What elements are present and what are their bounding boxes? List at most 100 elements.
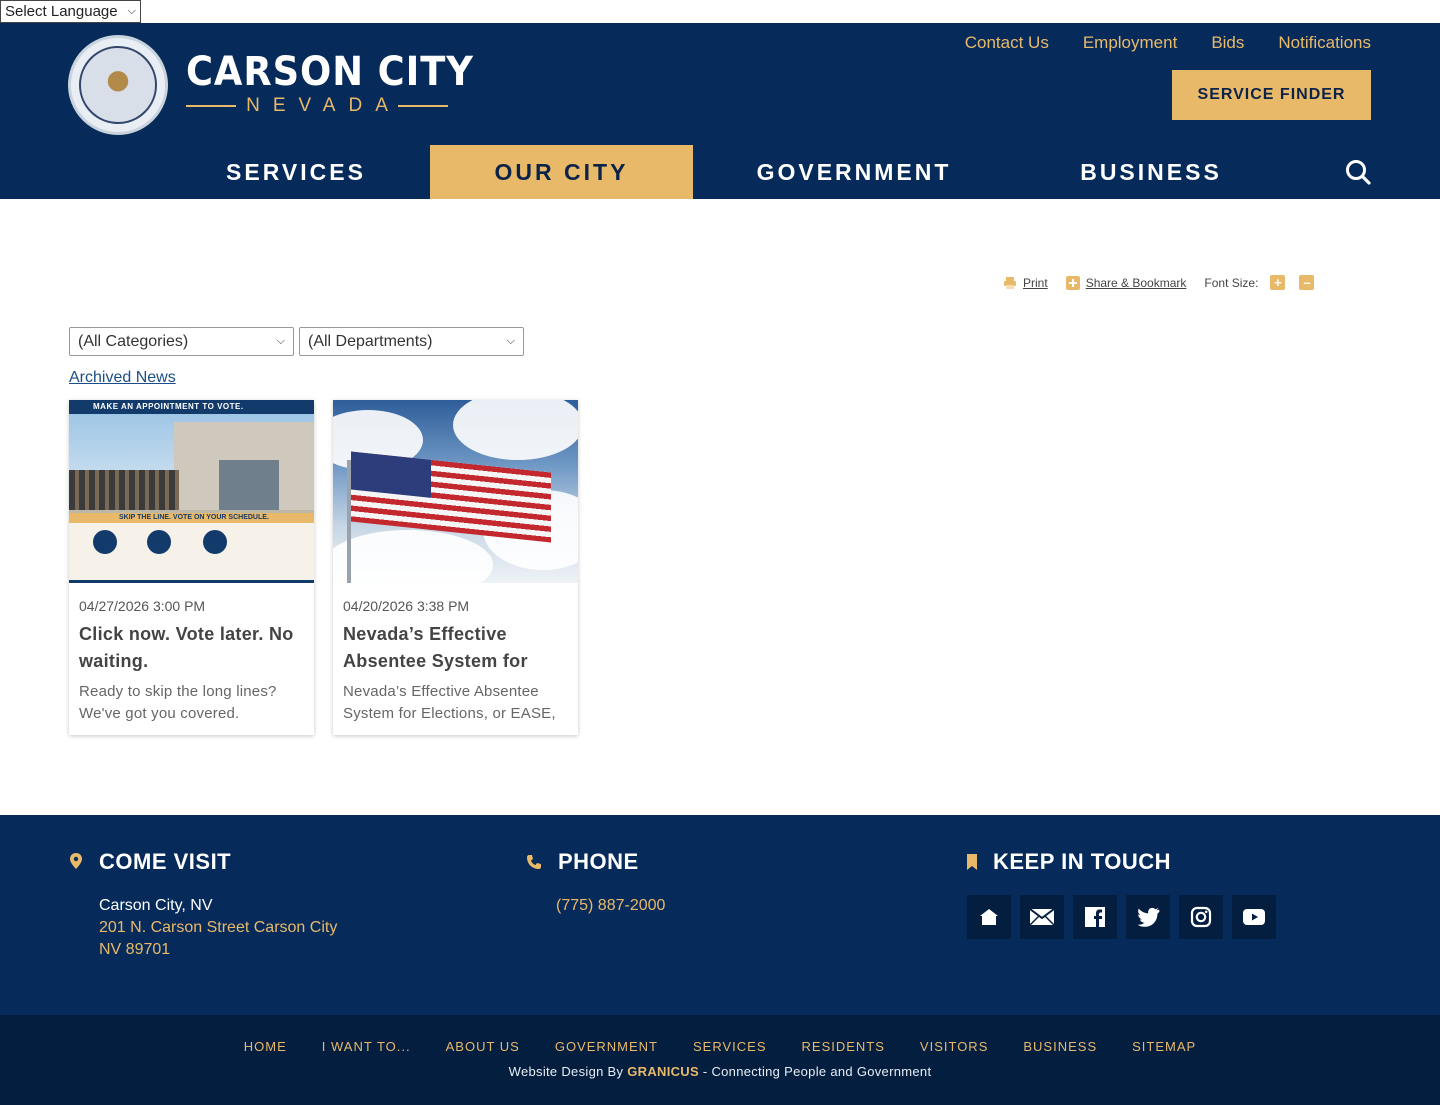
footer-link-services[interactable]: SERVICES bbox=[693, 1039, 767, 1054]
nav-services[interactable]: SERVICES bbox=[165, 145, 427, 199]
brand-state-row: NEVADA bbox=[186, 95, 449, 117]
footer-city: Carson City, NV bbox=[99, 897, 213, 914]
archived-news-link[interactable]: Archived News bbox=[69, 369, 176, 387]
service-finder-button[interactable]: SERVICE FINDER bbox=[1172, 70, 1371, 120]
footer-phone-heading-row: PHONE bbox=[526, 849, 665, 875]
credit-suffix: - Connecting People and Government bbox=[702, 1064, 932, 1079]
util-link-contact-us[interactable]: Contact Us bbox=[965, 33, 1049, 53]
brand-rule-right bbox=[397, 105, 449, 107]
footer-link-residents[interactable]: RESIDENTS bbox=[802, 1039, 885, 1054]
american-flag bbox=[351, 451, 551, 543]
cloud bbox=[453, 400, 578, 460]
search-icon[interactable] bbox=[1344, 158, 1372, 186]
social-links bbox=[967, 895, 1276, 939]
nav-business[interactable]: BUSINESS bbox=[1020, 145, 1282, 199]
news-card-summary: Nevada’s Effective Absentee System for E… bbox=[343, 683, 556, 722]
mail-icon[interactable] bbox=[1020, 895, 1064, 939]
news-card-image[interactable] bbox=[333, 400, 578, 583]
news-card-date: 04/20/2026 3:38 PM bbox=[343, 598, 470, 614]
language-select[interactable]: Select Language ⌵ bbox=[0, 0, 141, 23]
news-card[interactable]: 04/20/2026 3:38 PM Nevada’s Effective Ab… bbox=[333, 400, 578, 735]
font-size-label: Font Size: bbox=[1204, 275, 1259, 290]
print-link[interactable]: Print bbox=[1023, 276, 1048, 290]
bookmark-icon bbox=[967, 854, 977, 870]
chevron-down-icon: ⌵ bbox=[127, 5, 136, 17]
facebook-icon[interactable] bbox=[1073, 895, 1117, 939]
chevron-down-icon: ⌵ bbox=[276, 335, 285, 347]
home-icon[interactable] bbox=[967, 895, 1011, 939]
footer-links: HOME I WANT TO... ABOUT US GOVERNMENT SE… bbox=[0, 1039, 1440, 1054]
department-select[interactable]: (All Departments) ⌵ bbox=[299, 327, 524, 356]
instagram-icon[interactable] bbox=[1179, 895, 1223, 939]
chevron-down-icon: ⌵ bbox=[506, 335, 515, 347]
site-header: CARSON CITY NEVADA Contact Us Employment… bbox=[0, 23, 1440, 199]
util-link-notifications[interactable]: Notifications bbox=[1278, 33, 1371, 53]
util-link-employment[interactable]: Employment bbox=[1083, 33, 1177, 53]
footer-phone: PHONE (775) 887-2000 bbox=[526, 849, 665, 917]
brand-state: NEVADA bbox=[246, 95, 401, 116]
footer-visit: COME VISIT Carson City, NV 201 N. Carson… bbox=[69, 849, 337, 961]
map-pin-icon bbox=[70, 853, 82, 869]
print-tool[interactable]: Print bbox=[1003, 276, 1048, 290]
poster-door bbox=[219, 460, 279, 510]
footer-touch: KEEP IN TOUCH bbox=[967, 849, 1171, 875]
footer-address: Carson City, NV 201 N. Carson Street Car… bbox=[99, 895, 337, 961]
category-select[interactable]: (All Categories) ⌵ bbox=[69, 327, 294, 356]
footer-link-sitemap[interactable]: SITEMAP bbox=[1132, 1039, 1196, 1054]
footer-visit-heading: COME VISIT bbox=[99, 849, 232, 874]
footer-visit-heading-row: COME VISIT bbox=[69, 849, 337, 875]
news-card-title[interactable]: Click now. Vote later. No waiting. bbox=[79, 621, 304, 675]
footer-phone-lines: (775) 887-2000 bbox=[556, 895, 665, 917]
language-select-label: Select Language bbox=[5, 3, 118, 20]
utility-nav: Contact Us Employment Bids Notifications bbox=[965, 33, 1371, 53]
nav-our-city[interactable]: OUR CITY bbox=[430, 145, 693, 199]
footer-link-about-us[interactable]: ABOUT US bbox=[446, 1039, 520, 1054]
footer-link-visitors[interactable]: VISITORS bbox=[920, 1039, 988, 1054]
cloud bbox=[333, 530, 493, 583]
brand-rule-left bbox=[186, 105, 237, 107]
calendar-icon bbox=[93, 530, 117, 554]
footer-phone-heading: PHONE bbox=[558, 849, 639, 874]
footer-zip[interactable]: NV 89701 bbox=[99, 939, 337, 961]
footer-phone-number[interactable]: (775) 887-2000 bbox=[556, 895, 665, 917]
footer-touch-heading: KEEP IN TOUCH bbox=[993, 849, 1172, 874]
font-increase-icon[interactable]: + bbox=[1270, 275, 1286, 290]
page-tools: Print Share & Bookmark Font Size: + – bbox=[1003, 275, 1315, 290]
flag-canton bbox=[351, 451, 431, 498]
share-bookmark-link[interactable]: Share & Bookmark bbox=[1086, 276, 1187, 290]
site-footer: COME VISIT Carson City, NV 201 N. Carson… bbox=[0, 815, 1440, 1015]
share-tool[interactable]: Share & Bookmark bbox=[1065, 275, 1187, 290]
language-bar: Select Language ⌵ bbox=[0, 0, 1440, 23]
main-nav: SERVICES OUR CITY GOVERNMENT BUSINESS bbox=[0, 145, 1440, 199]
footer-touch-heading-row: KEEP IN TOUCH bbox=[967, 849, 1171, 875]
font-decrease-icon[interactable]: – bbox=[1299, 275, 1315, 290]
printer-icon bbox=[1004, 276, 1016, 289]
footer-link-home[interactable]: HOME bbox=[244, 1039, 287, 1054]
util-link-bids[interactable]: Bids bbox=[1211, 33, 1244, 53]
poster-top-text: MAKE AN APPOINTMENT TO VOTE. bbox=[93, 402, 244, 411]
footer-street[interactable]: 201 N. Carson Street Carson City bbox=[99, 917, 337, 939]
poster-top-banner: MAKE AN APPOINTMENT TO VOTE. bbox=[69, 400, 314, 414]
footer-link-i-want-to[interactable]: I WANT TO... bbox=[322, 1039, 411, 1054]
clock-icon bbox=[147, 530, 171, 554]
news-card-date: 04/27/2026 3:00 PM bbox=[79, 598, 206, 614]
footer-link-business[interactable]: BUSINESS bbox=[1023, 1039, 1097, 1054]
department-select-value: (All Departments) bbox=[308, 332, 433, 350]
news-card[interactable]: MAKE AN APPOINTMENT TO VOTE. SKIP THE LI… bbox=[69, 400, 314, 735]
design-credit: Website Design By GRANICUS - Connecting … bbox=[0, 1064, 1440, 1079]
poster-band: SKIP THE LINE. VOTE ON YOUR SCHEDULE. bbox=[69, 513, 314, 523]
news-card-summary: Ready to skip the long lines? We've got … bbox=[79, 683, 277, 722]
granicus-link[interactable]: GRANICUS bbox=[627, 1064, 699, 1079]
news-card-image[interactable]: MAKE AN APPOINTMENT TO VOTE. SKIP THE LI… bbox=[69, 400, 314, 583]
nav-government[interactable]: GOVERNMENT bbox=[723, 145, 985, 199]
brand-name[interactable]: CARSON CITY bbox=[186, 49, 474, 95]
footer-link-government[interactable]: GOVERNMENT bbox=[555, 1039, 658, 1054]
city-seal-logo[interactable] bbox=[68, 35, 168, 135]
credit-prefix: Website Design By bbox=[508, 1064, 624, 1079]
youtube-icon[interactable] bbox=[1232, 895, 1276, 939]
news-card-title[interactable]: Nevada’s Effective Absentee System for bbox=[343, 621, 568, 675]
category-select-value: (All Categories) bbox=[78, 332, 189, 350]
twitter-icon[interactable] bbox=[1126, 895, 1170, 939]
poster-crowd bbox=[69, 470, 179, 510]
seal-emblem bbox=[79, 46, 157, 124]
